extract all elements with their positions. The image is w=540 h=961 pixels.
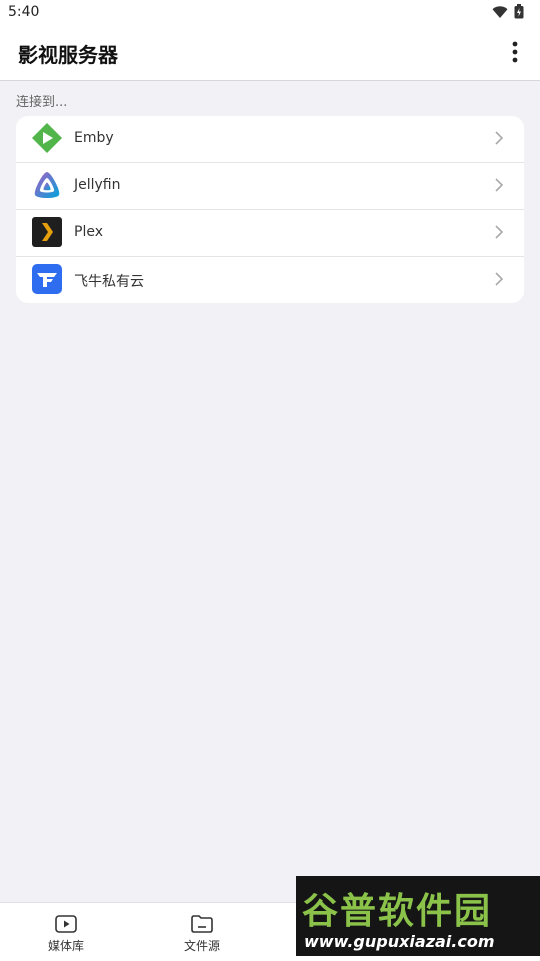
server-list: Emby Jellyfin Plex 飞牛私有云 xyxy=(16,116,524,303)
page-title: 影视服务器 xyxy=(18,43,118,67)
play-box-icon xyxy=(55,915,77,933)
server-item-label: Plex xyxy=(74,224,103,240)
server-item-label: 飞牛私有云 xyxy=(74,274,144,290)
app-bar: 影视服务器 xyxy=(0,26,540,81)
server-item-label: Jellyfin xyxy=(74,177,121,193)
status-icons xyxy=(492,4,524,19)
plex-icon xyxy=(32,217,62,247)
folder-icon xyxy=(191,915,213,933)
watermark-title: 谷普软件园 xyxy=(302,891,493,932)
more-options-icon[interactable] xyxy=(508,40,522,66)
chevron-right-icon xyxy=(495,178,504,192)
nav-label: 媒体库 xyxy=(47,939,84,953)
nav-item-file-source[interactable]: 文件源 xyxy=(162,913,242,954)
nav-item-media-library[interactable]: 媒体库 xyxy=(26,913,106,954)
server-item-fnos[interactable]: 飞牛私有云 xyxy=(16,257,524,303)
server-item-jellyfin[interactable]: Jellyfin xyxy=(16,163,524,210)
nav-label: 文件源 xyxy=(183,939,220,953)
watermark: 谷普软件园 www.gupuxiazai.com xyxy=(296,876,540,956)
server-item-emby[interactable]: Emby xyxy=(16,116,524,163)
chevron-right-icon xyxy=(495,131,504,145)
battery-icon xyxy=(514,4,524,19)
jellyfin-icon xyxy=(34,172,60,198)
server-item-plex[interactable]: Plex xyxy=(16,210,524,257)
status-bar: 5:40 xyxy=(0,0,540,26)
chevron-right-icon xyxy=(495,225,504,239)
fnos-icon xyxy=(32,264,62,294)
wifi-icon xyxy=(492,5,508,18)
status-time: 5:40 xyxy=(8,4,40,20)
emby-icon xyxy=(32,123,62,153)
chevron-right-icon xyxy=(495,272,504,286)
section-label: 连接到... xyxy=(16,95,68,110)
server-item-label: Emby xyxy=(74,130,114,146)
watermark-url: www.gupuxiazai.com xyxy=(304,932,495,951)
